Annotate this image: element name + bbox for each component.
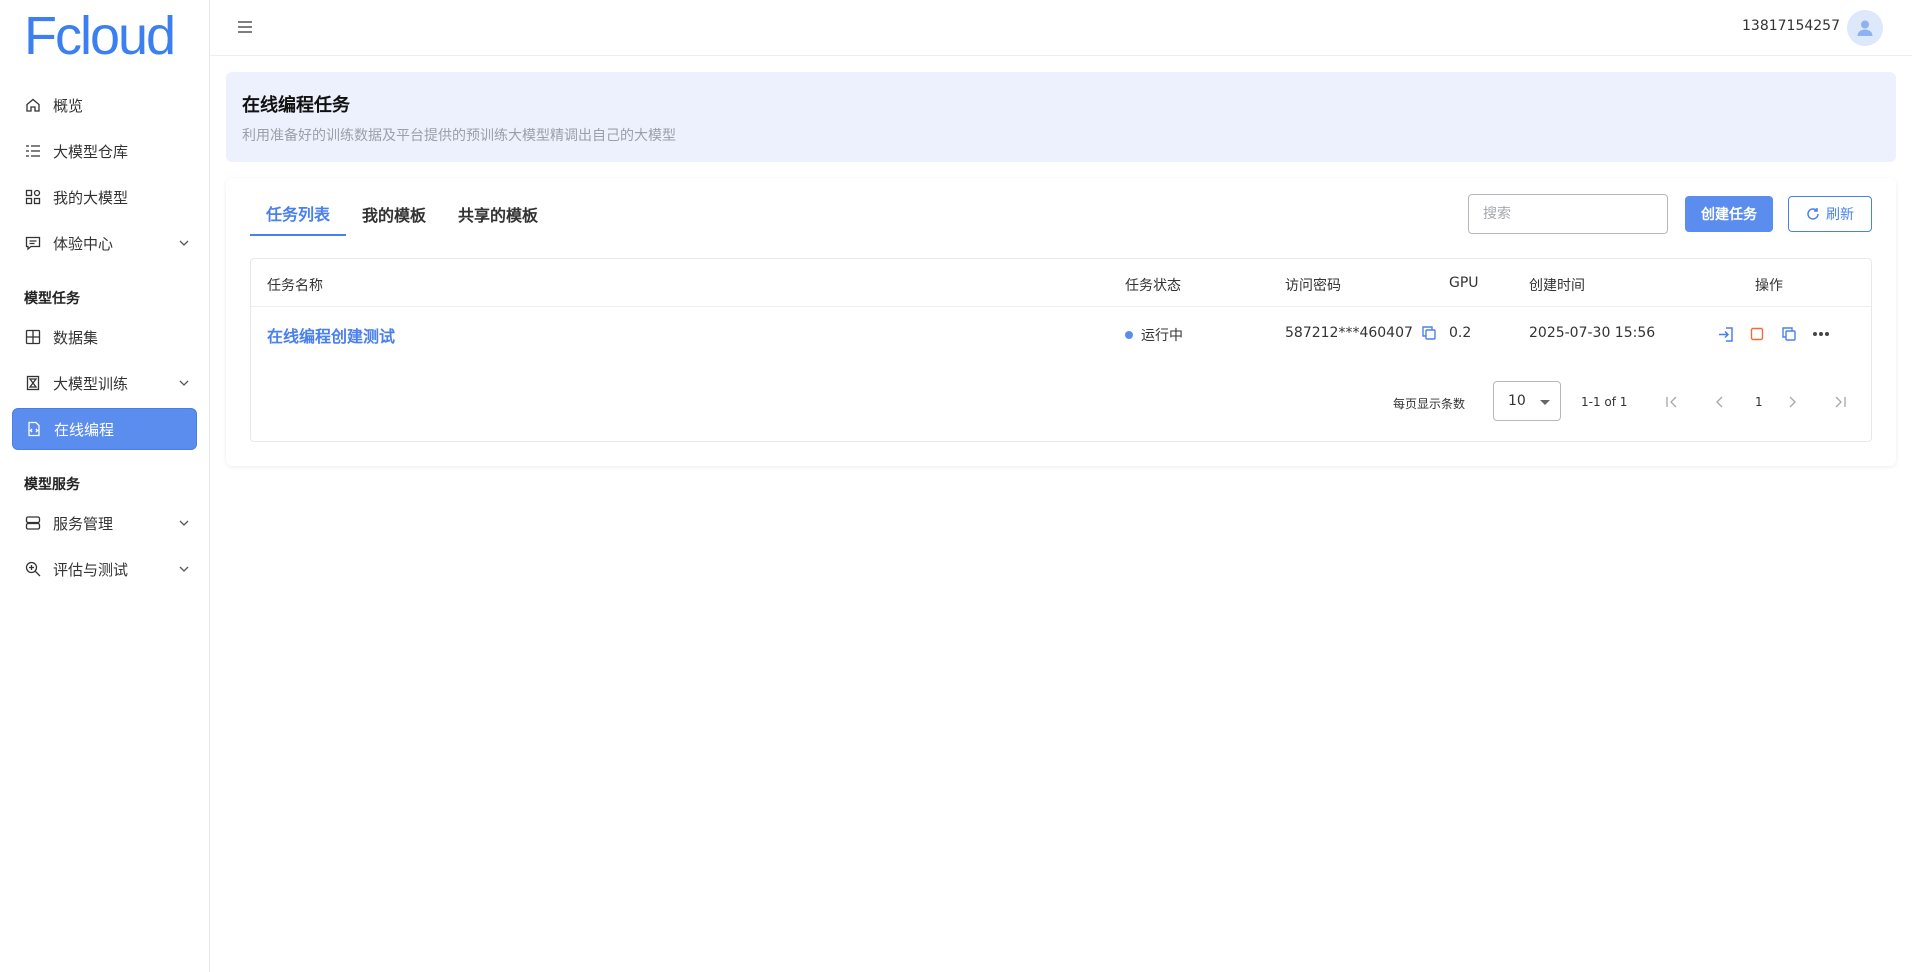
page-subtitle: 利用准备好的训练数据及平台提供的预训练大模型精调出自己的大模型 bbox=[242, 128, 676, 144]
sidebar-item-datasets[interactable]: 数据集 bbox=[12, 316, 197, 358]
page-header: 在线编程任务 利用准备好的训练数据及平台提供的预训练大模型精调出自己的大模型 bbox=[226, 72, 1896, 162]
task-status: 运行中 bbox=[1125, 325, 1183, 345]
rows-per-page-label: 每页显示条数 bbox=[1393, 397, 1466, 411]
sidebar: Fcloud 概览 大模型仓库 我的大模型 体验中心 模型任务 数据集 大模型训… bbox=[0, 0, 210, 972]
chevron-down-icon bbox=[179, 520, 189, 526]
apps-icon bbox=[25, 189, 41, 205]
chat-icon bbox=[25, 235, 41, 251]
sidebar-item-model-repo[interactable]: 大模型仓库 bbox=[12, 130, 197, 172]
search-zoom-icon bbox=[25, 561, 41, 577]
status-text: 运行中 bbox=[1141, 328, 1183, 344]
user-icon bbox=[1857, 20, 1873, 36]
sidebar-item-label: 大模型仓库 bbox=[53, 142, 129, 161]
column-header-gpu: GPU bbox=[1449, 275, 1479, 291]
create-task-button[interactable]: 创建任务 bbox=[1685, 196, 1773, 232]
task-password: 587212***460407 bbox=[1285, 325, 1437, 341]
chevron-down-icon bbox=[179, 380, 189, 386]
chevron-down-icon bbox=[179, 566, 189, 572]
sidebar-item-my-models[interactable]: 我的大模型 bbox=[12, 176, 197, 218]
sidebar-item-experience[interactable]: 体验中心 bbox=[12, 222, 197, 264]
copy-icon[interactable] bbox=[1421, 325, 1437, 341]
prev-page-icon[interactable] bbox=[1711, 393, 1729, 411]
task-gpu: 0.2 bbox=[1449, 325, 1472, 341]
header-divider bbox=[251, 306, 1871, 307]
rows-per-page-value: 10 bbox=[1508, 393, 1526, 409]
more-icon[interactable] bbox=[1812, 325, 1830, 343]
task-table: 任务名称 任务状态 访问密码 GPU 创建时间 操作 在线编程创建测试 运行中 … bbox=[250, 258, 1872, 442]
first-page-icon[interactable] bbox=[1663, 393, 1681, 411]
task-created-time: 2025-07-30 15:56 bbox=[1529, 325, 1656, 341]
tab-task-list[interactable]: 任务列表 bbox=[250, 192, 347, 236]
sidebar-item-evaluation[interactable]: 评估与测试 bbox=[12, 548, 197, 590]
password-text: 587212***460407 bbox=[1285, 325, 1413, 341]
sidebar-item-label: 服务管理 bbox=[53, 514, 114, 533]
copy-task-icon[interactable] bbox=[1780, 325, 1798, 343]
sidebar-item-overview[interactable]: 概览 bbox=[12, 84, 197, 126]
page-title: 在线编程任务 bbox=[242, 95, 350, 116]
column-header-name: 任务名称 bbox=[267, 278, 323, 294]
refresh-button[interactable]: 刷新 bbox=[1788, 196, 1872, 232]
enter-icon[interactable] bbox=[1716, 325, 1734, 343]
task-card: 任务列表 我的模板 共享的模板 创建任务 刷新 任务名称 任务状态 访问密码 G… bbox=[226, 178, 1896, 466]
hourglass-icon bbox=[25, 375, 41, 391]
task-name-link[interactable]: 在线编程创建测试 bbox=[267, 323, 395, 347]
column-header-status: 任务状态 bbox=[1125, 278, 1181, 294]
tab-my-templates[interactable]: 我的模板 bbox=[346, 192, 442, 236]
task-name[interactable]: 在线编程创建测试 bbox=[267, 323, 395, 347]
avatar[interactable] bbox=[1847, 10, 1883, 46]
sidebar-section-services: 模型服务 bbox=[24, 477, 80, 493]
pagination-range: 1-1 of 1 bbox=[1581, 395, 1628, 409]
app-logo[interactable]: Fcloud bbox=[24, 8, 176, 64]
column-header-actions: 操作 bbox=[1755, 278, 1783, 294]
task-actions bbox=[1716, 325, 1844, 343]
sidebar-item-label: 在线编程 bbox=[54, 420, 115, 439]
chevron-down-icon bbox=[179, 240, 189, 246]
sidebar-item-service-management[interactable]: 服务管理 bbox=[12, 502, 197, 544]
refresh-icon bbox=[1807, 208, 1819, 220]
file-code-icon bbox=[26, 421, 42, 437]
column-header-created: 创建时间 bbox=[1529, 278, 1585, 294]
sidebar-item-label: 体验中心 bbox=[53, 234, 114, 253]
sidebar-item-label: 概览 bbox=[53, 96, 84, 115]
status-dot bbox=[1125, 331, 1133, 339]
search-input[interactable] bbox=[1468, 194, 1668, 234]
menu-toggle-icon[interactable] bbox=[236, 19, 254, 35]
next-page-icon[interactable] bbox=[1783, 393, 1801, 411]
sidebar-section-tasks: 模型任务 bbox=[24, 291, 80, 307]
sidebar-item-label: 数据集 bbox=[53, 328, 99, 347]
user-phone[interactable]: 13817154257 bbox=[1742, 18, 1840, 34]
last-page-icon[interactable] bbox=[1831, 393, 1849, 411]
home-icon bbox=[25, 97, 41, 113]
stop-icon[interactable] bbox=[1748, 325, 1766, 343]
sidebar-item-label: 我的大模型 bbox=[53, 188, 129, 207]
rows-per-page-select[interactable]: 10 bbox=[1493, 381, 1561, 421]
current-page: 1 bbox=[1755, 395, 1763, 409]
tab-bar: 任务列表 我的模板 共享的模板 bbox=[250, 192, 554, 236]
sidebar-item-online-coding[interactable]: 在线编程 bbox=[12, 408, 197, 450]
top-bar: 13817154257 bbox=[210, 0, 1912, 56]
grid-icon bbox=[25, 329, 41, 345]
tab-shared-templates[interactable]: 共享的模板 bbox=[442, 192, 554, 236]
refresh-label: 刷新 bbox=[1826, 207, 1854, 223]
column-header-password: 访问密码 bbox=[1285, 278, 1341, 294]
server-icon bbox=[25, 515, 41, 531]
caret-down-icon bbox=[1540, 400, 1550, 405]
sidebar-item-model-training[interactable]: 大模型训练 bbox=[12, 362, 197, 404]
sidebar-item-label: 评估与测试 bbox=[53, 560, 129, 579]
sidebar-item-label: 大模型训练 bbox=[53, 374, 129, 393]
list-icon bbox=[25, 143, 41, 159]
